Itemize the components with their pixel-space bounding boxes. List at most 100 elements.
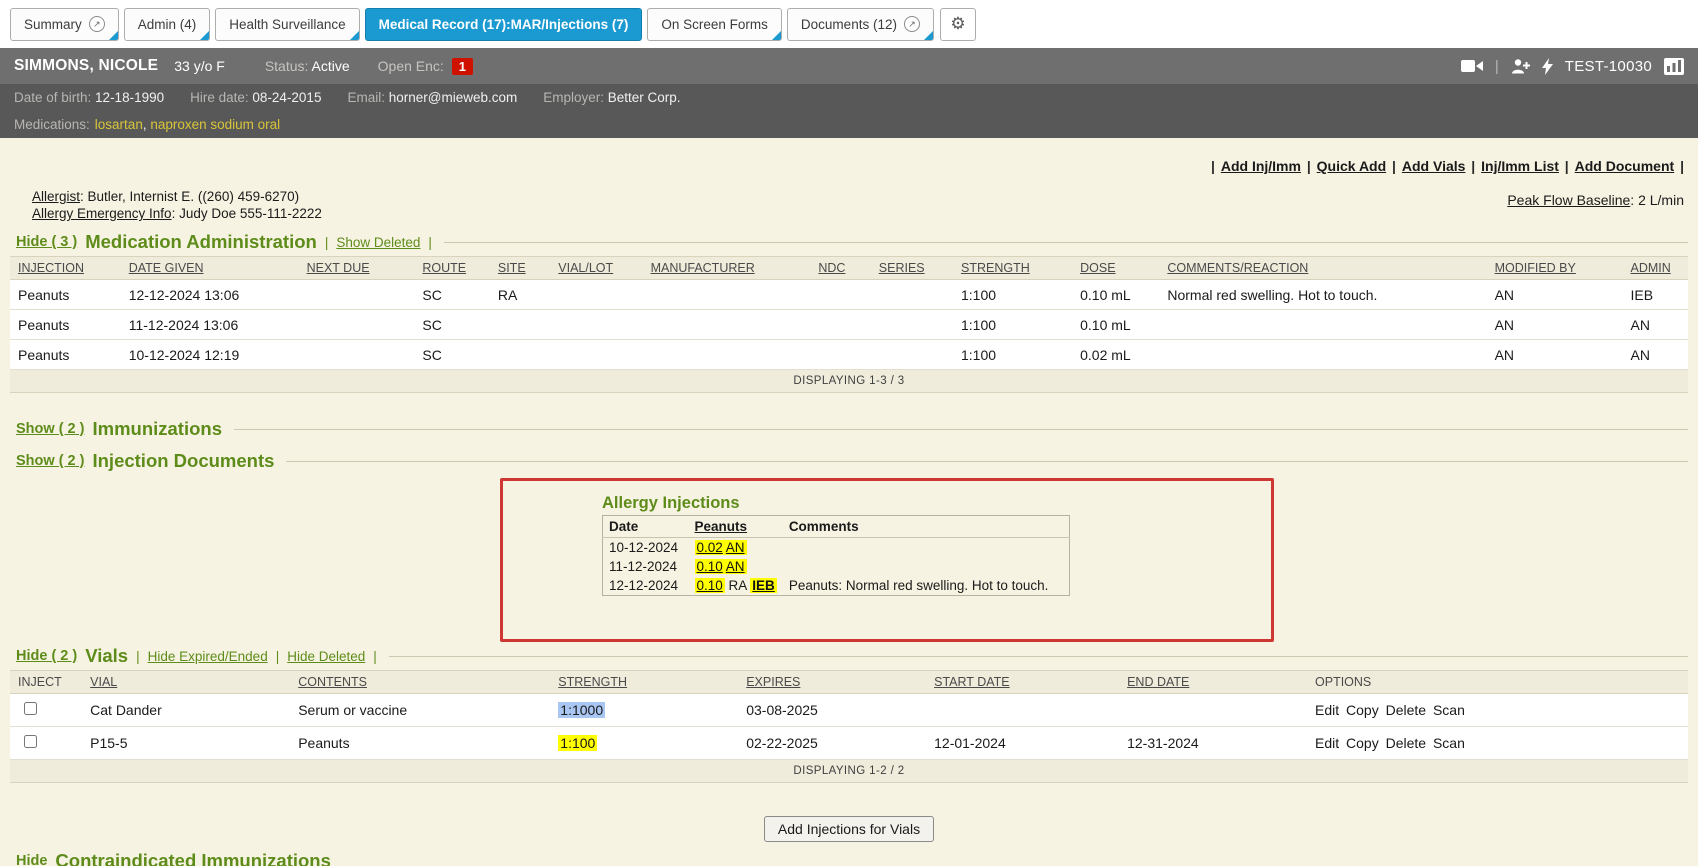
quick-link-add-document[interactable]: Add Document bbox=[1575, 158, 1675, 174]
bar-chart-icon[interactable] bbox=[1664, 58, 1684, 75]
cell bbox=[871, 340, 953, 370]
hide-deleted-link[interactable]: Hide Deleted bbox=[287, 649, 365, 664]
tab-label: Documents (12) bbox=[801, 17, 897, 32]
show-deleted-link[interactable]: Show Deleted bbox=[336, 235, 420, 250]
column-header-strength[interactable]: STRENGTH bbox=[550, 671, 738, 694]
demo-field-employer: Employer: Better Corp. bbox=[543, 90, 680, 105]
tab-admin-4[interactable]: Admin (4) bbox=[124, 8, 211, 41]
tab-health-surveillance[interactable]: Health Surveillance bbox=[215, 8, 359, 41]
vials-toggle[interactable]: Hide ( 2 ) bbox=[16, 648, 77, 664]
admin-link[interactable]: AN bbox=[726, 540, 745, 555]
patient-age-sex: 33 y/o F bbox=[174, 58, 225, 74]
option-edit[interactable]: Edit bbox=[1315, 735, 1339, 751]
column-header-start-date[interactable]: START DATE bbox=[926, 671, 1119, 694]
column-header-contents[interactable]: CONTENTS bbox=[290, 671, 550, 694]
cell bbox=[643, 280, 811, 310]
quick-link-inj-imm-list[interactable]: Inj/Imm List bbox=[1481, 158, 1559, 174]
quick-link-add-vials[interactable]: Add Vials bbox=[1402, 158, 1466, 174]
immunizations-toggle[interactable]: Show ( 2 ) bbox=[16, 421, 84, 437]
tab-label: Health Surveillance bbox=[229, 17, 345, 32]
column-header-site[interactable]: SITE bbox=[490, 257, 550, 280]
column-header-route[interactable]: ROUTE bbox=[414, 257, 490, 280]
med-admin-toggle[interactable]: Hide ( 3 ) bbox=[16, 234, 77, 250]
med-admin-row[interactable]: Peanuts11-12-2024 13:06SC1:1000.10 mLANA… bbox=[10, 310, 1688, 340]
column-header-next-due[interactable]: NEXT DUE bbox=[299, 257, 415, 280]
option-copy[interactable]: Copy bbox=[1346, 702, 1379, 718]
patient-status: Status: Active bbox=[265, 58, 350, 74]
column-header-inject: INJECT bbox=[10, 671, 82, 694]
dose-link[interactable]: 0.02 bbox=[697, 540, 723, 555]
column-header-strength[interactable]: STRENGTH bbox=[953, 257, 1072, 280]
dose-link[interactable]: 0.10 bbox=[697, 559, 723, 574]
column-header-manufacturer[interactable]: MANUFACTURER bbox=[643, 257, 811, 280]
option-copy[interactable]: Copy bbox=[1346, 735, 1379, 751]
open-enc-badge[interactable]: 1 bbox=[452, 58, 473, 75]
peak-flow-link[interactable]: Peak Flow Baseline bbox=[1507, 192, 1630, 208]
tab-medical-record-17-mar-injections-7[interactable]: Medical Record (17):MAR/Injections (7) bbox=[365, 8, 643, 41]
column-header-vial[interactable]: VIAL bbox=[82, 671, 290, 694]
cell: 1:100 bbox=[953, 340, 1072, 370]
column-header-admin[interactable]: ADMIN bbox=[1622, 257, 1688, 280]
column-header-dose[interactable]: DOSE bbox=[1072, 257, 1159, 280]
vial-end-date: 12-31-2024 bbox=[1119, 727, 1307, 760]
patient-id: TEST-10030 bbox=[1565, 58, 1652, 75]
camera-icon[interactable] bbox=[1461, 59, 1483, 73]
immunizations-section-header: Show ( 2 ) Immunizations bbox=[10, 417, 1688, 441]
inject-checkbox[interactable] bbox=[24, 702, 37, 715]
popup-icon[interactable]: ↗ bbox=[89, 16, 105, 32]
quick-link-add-inj-imm[interactable]: Add Inj/Imm bbox=[1221, 158, 1301, 174]
option-scan[interactable]: Scan bbox=[1433, 702, 1465, 718]
cell: IEB bbox=[1622, 280, 1688, 310]
cell bbox=[490, 340, 550, 370]
med-admin-section-header: Hide ( 3 ) Medication Administration | S… bbox=[10, 230, 1688, 254]
option-edit[interactable]: Edit bbox=[1315, 702, 1339, 718]
cell: RA bbox=[490, 280, 550, 310]
popup-icon[interactable]: ↗ bbox=[904, 16, 920, 32]
option-scan[interactable]: Scan bbox=[1433, 735, 1465, 751]
option-delete[interactable]: Delete bbox=[1386, 702, 1426, 718]
tab-summary[interactable]: Summary↗ bbox=[10, 8, 119, 41]
section-rule bbox=[234, 429, 1688, 430]
contraindicated-toggle[interactable]: Hide bbox=[16, 853, 47, 866]
allergy-col-peanuts[interactable]: Peanuts bbox=[689, 516, 783, 538]
flash-icon[interactable] bbox=[1542, 58, 1553, 75]
column-header-series[interactable]: SERIES bbox=[871, 257, 953, 280]
med-admin-row[interactable]: Peanuts12-12-2024 13:06SCRA1:1000.10 mLN… bbox=[10, 280, 1688, 310]
admin-link[interactable]: AN bbox=[726, 559, 745, 574]
column-header-end-date[interactable]: END DATE bbox=[1119, 671, 1307, 694]
column-header-comments-reaction[interactable]: COMMENTS/REACTION bbox=[1159, 257, 1486, 280]
medication-link-losartan[interactable]: losartan bbox=[95, 117, 143, 132]
med-admin-row[interactable]: Peanuts10-12-2024 12:19SC1:1000.02 mLANA… bbox=[10, 340, 1688, 370]
cell bbox=[1159, 310, 1486, 340]
medication-link-naproxen-sodium-oral[interactable]: naproxen sodium oral bbox=[150, 117, 280, 132]
hide-expired-link[interactable]: Hide Expired/Ended bbox=[148, 649, 268, 664]
column-header-injection[interactable]: INJECTION bbox=[10, 257, 121, 280]
gear-icon[interactable]: ⚙ bbox=[940, 8, 976, 41]
vial-contents: Peanuts bbox=[290, 727, 550, 760]
column-header-ndc[interactable]: NDC bbox=[810, 257, 870, 280]
cell: 0.10 mL bbox=[1072, 310, 1159, 340]
column-header-expires[interactable]: EXPIRES bbox=[738, 671, 926, 694]
peanuts-column-link[interactable]: Peanuts bbox=[695, 519, 748, 534]
injection-documents-toggle[interactable]: Show ( 2 ) bbox=[16, 453, 84, 469]
add-user-icon[interactable] bbox=[1511, 58, 1530, 74]
column-header-modified-by[interactable]: MODIFIED BY bbox=[1487, 257, 1623, 280]
allergy-emergency-link[interactable]: Allergy Emergency Info bbox=[32, 206, 172, 221]
dose-link[interactable]: 0.10 bbox=[697, 578, 723, 593]
cell bbox=[810, 280, 870, 310]
option-delete[interactable]: Delete bbox=[1386, 735, 1426, 751]
admin-link[interactable]: IEB bbox=[752, 578, 775, 593]
allergy-dose-cell: 0.10 AN bbox=[689, 557, 783, 576]
allergist-value: : Butler, Internist E. ((260) 459-6270) bbox=[80, 189, 299, 204]
cell: SC bbox=[414, 310, 490, 340]
contraindicated-section-header: Hide Contraindicated Immunizations bbox=[10, 849, 1688, 866]
add-injections-button[interactable]: Add Injections for Vials bbox=[764, 816, 934, 842]
inject-checkbox[interactable] bbox=[24, 735, 37, 748]
allergist-link[interactable]: Allergist bbox=[32, 189, 80, 204]
allergy-injections-title: Allergy Injections bbox=[602, 494, 1070, 513]
tab-on-screen-forms[interactable]: On Screen Forms bbox=[647, 8, 782, 41]
column-header-vial-lot[interactable]: VIAL/LOT bbox=[550, 257, 642, 280]
tab-documents-12[interactable]: Documents (12) ↗ bbox=[787, 8, 934, 41]
column-header-date-given[interactable]: DATE GIVEN bbox=[121, 257, 299, 280]
quick-link-quick-add[interactable]: Quick Add bbox=[1317, 158, 1387, 174]
